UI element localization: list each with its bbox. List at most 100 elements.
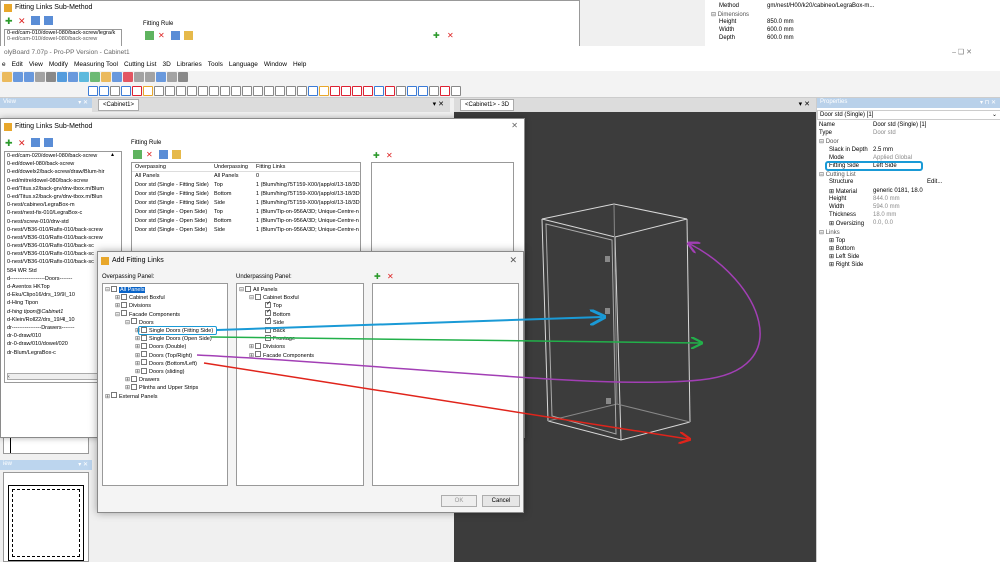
property-row[interactable]: Slack in Depth 2.5 mm [817, 147, 1000, 155]
pane-controls[interactable]: ▾ ⊓ ✕ [980, 99, 996, 106]
toolbar-tool-icon[interactable] [352, 86, 362, 96]
checkbox[interactable] [265, 316, 271, 325]
property-row[interactable]: ⊞ Bottom [817, 245, 1000, 253]
delete-icon[interactable]: ✕ [18, 138, 27, 148]
toolbar-tool-icon[interactable] [407, 86, 417, 96]
toolbar-tool-icon[interactable] [110, 86, 120, 96]
property-row[interactable]: Name Door std (Single) [1] [817, 122, 1000, 130]
toolbar-tool-icon[interactable] [88, 86, 98, 96]
property-row[interactable]: ⊞ Material generic 0181, 18.0 [817, 188, 1000, 196]
column-header[interactable]: Fitting Links [256, 163, 285, 172]
list-item[interactable]: 0-nest/nest-fix-010/LegraBox-c [5, 209, 121, 217]
ok-button[interactable]: OK [441, 495, 477, 507]
property-row[interactable]: ⊟ Door [817, 138, 1000, 146]
property-row[interactable]: ⊞ Top [817, 237, 1000, 245]
toolbar-tool-icon[interactable] [451, 86, 461, 96]
tree-item[interactable]: ⊞ Plinths and Upper Strips [125, 383, 198, 392]
add-link-icon[interactable]: ✚ [433, 31, 440, 40]
toolbar-tool-icon[interactable] [396, 86, 406, 96]
toolbar-tool-icon[interactable] [209, 86, 219, 96]
properties-object-selector[interactable]: Door std (Single) [1] ⌄ [817, 110, 1000, 120]
add-link-icon[interactable]: ✚ [373, 151, 380, 160]
toolbar-tool-icon[interactable] [286, 86, 296, 96]
tree-item[interactable]: Side [259, 316, 284, 327]
add-icon[interactable]: ✚ [5, 16, 14, 26]
tree-item[interactable]: Frontage [259, 334, 295, 343]
toolbar-tool-icon[interactable] [35, 72, 45, 82]
checkbox[interactable] [265, 300, 271, 308]
toolbar-tool-icon[interactable] [57, 72, 67, 82]
tree-item[interactable]: Bottom [259, 308, 290, 319]
menu-item[interactable]: View [29, 61, 43, 68]
toolbar-tool-icon[interactable] [341, 86, 351, 96]
delete-icon[interactable]: ✕ [387, 272, 394, 281]
list-item[interactable]: 0-nest/VB36-010/Rafix-010/back-sc [5, 242, 121, 250]
property-row[interactable]: ⊞ Right Side [817, 261, 1000, 269]
delete-link-icon[interactable]: ✕ [447, 31, 454, 40]
menu-item[interactable]: Tools [208, 61, 223, 68]
toolbar-tool-icon[interactable] [308, 86, 318, 96]
toolbar-tool-icon[interactable] [231, 86, 241, 96]
toolbar-tool-icon[interactable] [121, 86, 131, 96]
toolbar-tool-icon[interactable] [132, 86, 142, 96]
menu-item[interactable]: Edit [12, 61, 23, 68]
toolbar-tool-icon[interactable] [176, 86, 186, 96]
property-row[interactable]: Structure Edit... [817, 179, 1000, 187]
property-row[interactable]: Thickness 18.0 mm [817, 212, 1000, 220]
checkbox[interactable] [255, 351, 261, 358]
overpassing-tree[interactable]: ⊟ All Panels ⊞ Cabinet Boxful ⊞ Divisions ⊟ Fac… [102, 283, 228, 486]
checkbox[interactable] [141, 351, 147, 358]
toolbar-tool-icon[interactable] [264, 86, 274, 96]
toolbar-tool-icon[interactable] [363, 86, 373, 96]
table-row[interactable]: Door std (Single - Open Side) Bottom 1 (Bl… [132, 217, 360, 226]
menu-item[interactable]: Window [264, 61, 287, 68]
toolbar-tool-icon[interactable] [429, 86, 439, 96]
toolbar-tool-icon[interactable] [242, 86, 252, 96]
property-row[interactable]: ⊞ Oversizing 0.0, 0.0 [817, 220, 1000, 228]
copy-icon[interactable] [30, 16, 40, 25]
checkbox[interactable] [265, 326, 271, 333]
list-item[interactable]: 0-nest/VB36-010/Rafix-010/back-screw [5, 234, 121, 242]
checkbox[interactable] [141, 342, 147, 349]
add-icon[interactable]: ✚ [5, 138, 14, 148]
edit-rule-icon[interactable] [183, 31, 193, 40]
menu-item[interactable]: Modify [49, 61, 68, 68]
add-icon[interactable]: ✚ [374, 272, 381, 281]
menu-item[interactable]: Measuring Tool [74, 61, 118, 68]
toolbar-tool-icon[interactable] [13, 72, 23, 82]
toolbar-tool-icon[interactable] [319, 86, 329, 96]
toolbar-tool-icon[interactable] [297, 86, 307, 96]
toolbar-tool-icon[interactable] [2, 72, 12, 82]
list-item[interactable]: 0-ed/dowel-080/back-screw [5, 160, 121, 168]
table-row[interactable]: Door std (Single - Open Side) Top 1 (Blum/… [132, 208, 360, 217]
checkbox[interactable] [121, 310, 127, 317]
checkbox[interactable] [255, 293, 261, 300]
paste-icon[interactable] [43, 138, 53, 147]
checkbox[interactable] [121, 301, 127, 308]
toolbar-tool-icon[interactable] [145, 72, 155, 82]
checkbox[interactable] [131, 383, 137, 390]
checkbox[interactable] [121, 293, 127, 300]
toolbar-tool-icon[interactable] [143, 86, 153, 96]
add-rule-icon[interactable] [145, 31, 154, 40]
scroll-up-icon[interactable]: ▴ [111, 151, 114, 158]
toolbar-tool-icon[interactable] [275, 86, 285, 96]
toolbar-tool-icon[interactable] [112, 72, 122, 82]
column-header[interactable]: Overpassing [135, 163, 166, 172]
toolbar-tool-icon[interactable] [198, 86, 208, 96]
checkbox[interactable] [111, 392, 117, 399]
list-item[interactable]: 0-ed/cam-010/dowel-080/back-screw [5, 36, 121, 42]
toolbar-tool-icon[interactable] [418, 86, 428, 96]
tree-item[interactable]: ⊞ Doors (sliding) [135, 367, 184, 376]
chevron-down-icon[interactable]: ⌄ [992, 111, 997, 118]
toolbar-tool-icon[interactable] [253, 86, 263, 96]
toolbar-tool-icon[interactable] [374, 86, 384, 96]
close-icon[interactable]: ✕ [509, 255, 517, 266]
checkbox[interactable] [131, 375, 137, 382]
tab-cabinet1[interactable]: <Cabinet1> [98, 99, 140, 111]
toolbar-tool-icon[interactable] [385, 86, 395, 96]
list-item[interactable]: 0-ed/Titus.x2/back-grv/drw-tbox.m/Blun [5, 193, 121, 201]
pane-controls[interactable]: ▾ ✕ [78, 461, 88, 468]
menu-item[interactable]: Libraries [177, 61, 202, 68]
toolbar-tool-icon[interactable] [68, 72, 78, 82]
